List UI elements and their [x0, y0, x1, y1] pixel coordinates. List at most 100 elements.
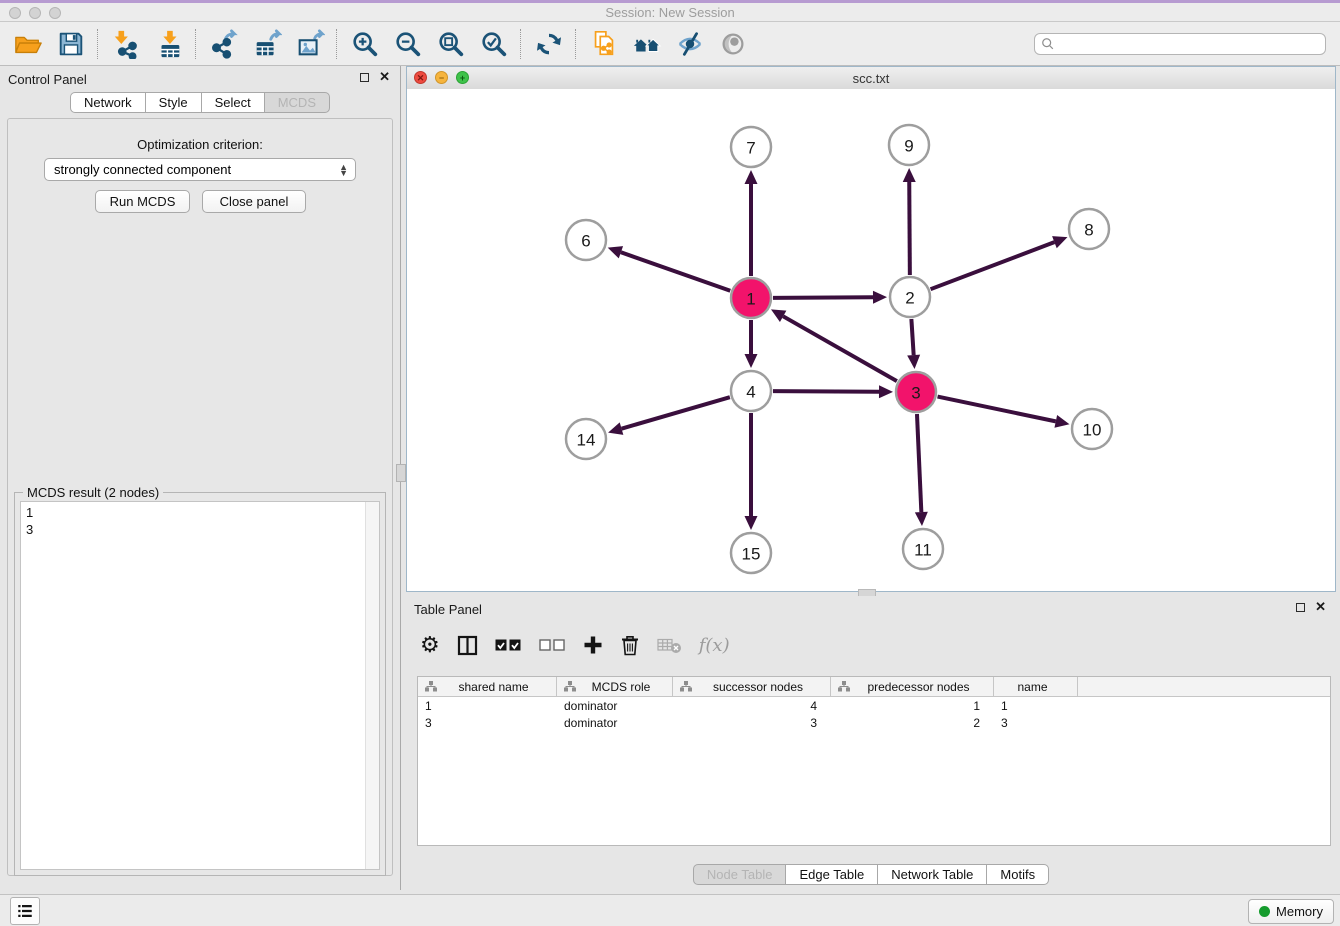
graph-edge-2-9[interactable] — [909, 182, 910, 275]
search-input[interactable] — [1055, 36, 1319, 52]
graph-edge-arrowhead — [608, 246, 623, 258]
tab-style[interactable]: Style — [145, 92, 202, 113]
hide-eye-button[interactable] — [668, 25, 711, 63]
zoom-in-icon — [350, 29, 380, 59]
close-table-panel-icon[interactable]: ✕ — [1315, 602, 1326, 612]
column-header-shared-name[interactable]: shared name — [418, 677, 557, 696]
memory-button-label: Memory — [1276, 904, 1323, 919]
graph-edge-4-14[interactable] — [622, 397, 730, 429]
column-header-name[interactable]: name — [994, 677, 1078, 696]
zoom-out-button[interactable] — [386, 25, 429, 63]
table-cell[interactable]: 3 — [994, 716, 1078, 730]
close-panel-button[interactable]: Close panel — [202, 190, 306, 213]
task-history-button[interactable] — [10, 897, 40, 925]
delete-table-icon[interactable] — [657, 636, 682, 654]
show-all-networks-button[interactable] — [625, 25, 668, 63]
select-all-icon[interactable] — [495, 638, 522, 652]
tab-select[interactable]: Select — [201, 92, 265, 113]
table-toolbar: ⚙ f(x) — [420, 622, 730, 668]
export-table-button[interactable] — [245, 25, 288, 63]
save-session-button[interactable] — [49, 25, 92, 63]
network-canvas[interactable]: 7968124314101511 — [407, 89, 1335, 591]
mcds-result-area[interactable]: 1 3 — [20, 501, 380, 870]
network-window-titlebar[interactable]: ✕ − + scc.txt — [407, 67, 1335, 90]
graph-edge-1-6[interactable] — [621, 252, 730, 290]
criterion-selected-value: strongly connected component — [54, 162, 231, 177]
settings-gear-icon[interactable]: ⚙ — [420, 634, 440, 656]
graph-edge-3-10[interactable] — [938, 397, 1056, 422]
close-panel-icon[interactable]: ✕ — [379, 72, 390, 82]
open-session-icon — [13, 29, 43, 59]
table-cell[interactable]: dominator — [557, 716, 673, 730]
open-session-button[interactable] — [6, 25, 49, 63]
refresh-button[interactable] — [527, 25, 570, 63]
function-builder-icon[interactable]: f(x) — [699, 635, 730, 656]
copy-network-button[interactable] — [582, 25, 625, 63]
application-window: Session: New Session — [0, 0, 1340, 926]
graph-edge-1-2[interactable] — [773, 297, 873, 298]
graph-edge-4-3[interactable] — [773, 391, 879, 392]
table-row[interactable]: 3dominator323 — [418, 714, 1330, 731]
graph-node-label-1: 1 — [746, 290, 755, 309]
toolbar-separator — [575, 29, 577, 59]
export-image-button[interactable] — [288, 25, 331, 63]
table-cell[interactable]: 2 — [831, 716, 994, 730]
import-network-button[interactable] — [104, 25, 147, 63]
table-cell[interactable]: 4 — [673, 699, 831, 713]
tab-edge-table[interactable]: Edge Table — [785, 864, 878, 885]
column-header-successor-nodes[interactable]: successor nodes — [673, 677, 831, 696]
graph-node-label-9: 9 — [904, 137, 913, 156]
graph-edge-3-11[interactable] — [917, 414, 921, 512]
sort-hierarchy-icon — [838, 681, 850, 692]
sort-hierarchy-icon — [680, 681, 692, 692]
mcds-panel: Optimization criterion: strongly connect… — [7, 118, 393, 876]
tab-network[interactable]: Network — [70, 92, 146, 113]
graph-edge-2-3[interactable] — [911, 319, 913, 355]
tab-mcds[interactable]: MCDS — [264, 92, 330, 113]
graph-node-label-11: 11 — [914, 541, 932, 560]
column-layout-icon[interactable] — [457, 635, 478, 656]
memory-button[interactable]: Memory — [1248, 899, 1334, 924]
graph-edge-arrowhead — [907, 355, 920, 369]
graph-node-label-10: 10 — [1083, 421, 1102, 440]
main-toolbar — [0, 22, 1340, 66]
export-network-button[interactable] — [202, 25, 245, 63]
column-header-MCDS-role[interactable]: MCDS role — [557, 677, 673, 696]
table-cell[interactable]: 1 — [831, 699, 994, 713]
float-panel-icon[interactable] — [360, 73, 369, 82]
tab-network-table[interactable]: Network Table — [877, 864, 987, 885]
tab-motifs[interactable]: Motifs — [986, 864, 1049, 885]
unselect-all-icon[interactable] — [539, 638, 566, 652]
delete-column-icon[interactable] — [620, 634, 640, 656]
run-mcds-button[interactable]: Run MCDS — [95, 190, 190, 213]
criterion-select[interactable]: strongly connected component ▲▼ — [44, 158, 356, 181]
column-header-predecessor-nodes[interactable]: predecessor nodes — [831, 677, 994, 696]
tab-node-table[interactable]: Node Table — [693, 864, 787, 885]
graph-node-label-15: 15 — [742, 545, 761, 564]
import-table-button[interactable] — [147, 25, 190, 63]
zoom-selected-button[interactable] — [472, 25, 515, 63]
result-scrollbar[interactable] — [365, 502, 379, 869]
table-row[interactable]: 1dominator411 — [418, 697, 1330, 714]
graph-edge-arrowhead — [608, 422, 623, 434]
eye-icon — [718, 29, 748, 59]
table-cell[interactable]: 1 — [994, 699, 1078, 713]
copy-network-icon — [589, 29, 619, 59]
table-cell[interactable]: 3 — [418, 716, 557, 730]
table-cell[interactable]: 1 — [418, 699, 557, 713]
zoom-in-button[interactable] — [343, 25, 386, 63]
vertical-splitter-handle[interactable] — [396, 464, 406, 482]
zoom-fit-button[interactable] — [429, 25, 472, 63]
graph-edge-3-1[interactable] — [783, 316, 897, 381]
float-table-panel-icon[interactable] — [1296, 603, 1305, 612]
graph-edge-2-8[interactable] — [931, 242, 1055, 289]
toolbar-separator — [520, 29, 522, 59]
table-cell[interactable]: 3 — [673, 716, 831, 730]
eye-button[interactable] — [711, 25, 754, 63]
graph-node-label-7: 7 — [746, 139, 755, 158]
window-title: Session: New Session — [0, 5, 1340, 20]
table-cell[interactable]: dominator — [557, 699, 673, 713]
add-column-icon[interactable] — [583, 635, 603, 655]
sort-hierarchy-icon — [425, 681, 437, 692]
vertical-splitter[interactable] — [400, 66, 405, 890]
